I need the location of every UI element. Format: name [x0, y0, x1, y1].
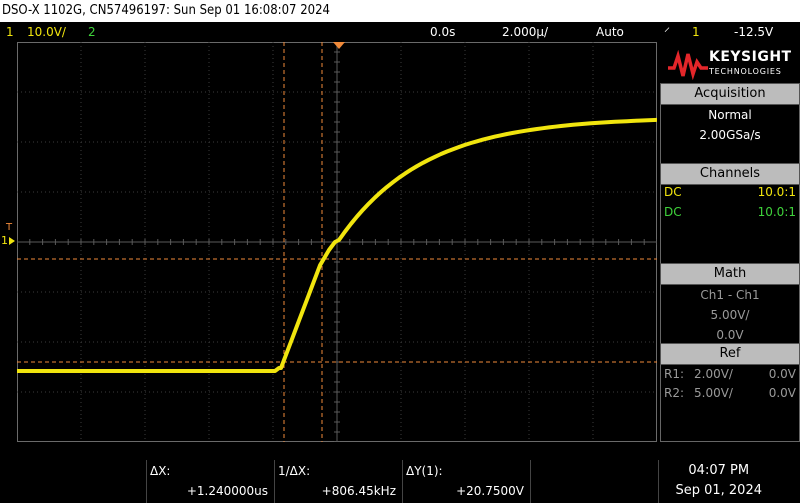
ref-header[interactable]: Ref [660, 343, 800, 365]
channels-body[interactable]: DC 10.0:1 DC 10.0:1 [660, 185, 800, 264]
divider [658, 460, 659, 503]
channel-1-probe: 10.0:1 [757, 185, 796, 199]
channel-1-scale[interactable]: 10.0V/ [27, 22, 66, 42]
acquisition-header[interactable]: Acquisition [660, 83, 800, 105]
ground-level-marker: 1 [1, 234, 8, 247]
channel-1-row: DC 10.0:1 [664, 183, 796, 201]
channel-2-row: DC 10.0:1 [664, 203, 796, 221]
ref-r1-scale: 2.00V/ [694, 367, 733, 381]
ref-r1-name: R1: [664, 367, 685, 381]
keysight-logo: KEYSIGHT TECHNOLOGIES [660, 42, 800, 84]
waveform-display[interactable] [17, 42, 657, 442]
trigger-channel[interactable]: 1 [692, 22, 700, 42]
math-scale: 5.00V/ [710, 308, 750, 322]
side-panel: KEYSIGHT TECHNOLOGIES Acquisition Normal… [660, 42, 800, 442]
measurement-bar: ΔX: +1.240000us 1/ΔX: +806.45kHz ΔY(1): … [0, 460, 800, 503]
status-bar: 1 10.0V/ 2 0.0s 2.000µ/ Auto ⸍ 1 -12.5V [0, 22, 800, 42]
math-header[interactable]: Math [660, 263, 800, 285]
delta-x-label: ΔX: [150, 464, 171, 478]
channel-1-coupling: DC [664, 185, 682, 199]
trigger-level[interactable]: -12.5V [734, 22, 773, 42]
channel-1-indicator[interactable]: 1 [6, 22, 14, 42]
channels-header[interactable]: Channels [660, 163, 800, 185]
time-scale[interactable]: 2.000µ/ [502, 22, 548, 42]
divider [274, 460, 275, 503]
inverse-delta-x-value: +806.45kHz [321, 484, 396, 498]
divider [530, 460, 531, 503]
math-function: Ch1 - Ch1 [700, 288, 760, 302]
logo-brand: KEYSIGHT [709, 49, 792, 65]
logo-sub: TECHNOLOGIES [709, 67, 782, 76]
trigger-edge-icon: ⸍ [664, 25, 671, 39]
trigger-position-marker [333, 42, 345, 49]
ref-r1-offset: 0.0V [768, 367, 796, 381]
math-body[interactable]: Ch1 - Ch1 5.00V/ 0.0V [660, 285, 800, 344]
ref-r2-row: R2: 5.00V/ 0.0V [664, 384, 796, 402]
channel-2-coupling: DC [664, 205, 682, 219]
title-bar: DSO-X 1102G, CN57496197: Sun Sep 01 16:0… [0, 0, 800, 22]
acquisition-mode: Normal [708, 108, 752, 122]
title-text: DSO-X 1102G, CN57496197: Sun Sep 01 16:0… [2, 3, 330, 18]
delta-y-label: ΔY(1): [406, 464, 443, 478]
clock-time: 04:07 PM [688, 463, 750, 478]
trigger-level-marker: T [6, 222, 13, 233]
inverse-delta-x-label: 1/ΔX: [278, 464, 311, 478]
ref-r2-offset: 0.0V [768, 386, 796, 400]
divider [402, 460, 403, 503]
channel-2-probe: 10.0:1 [757, 205, 796, 219]
math-offset: 0.0V [716, 328, 744, 342]
trigger-mode[interactable]: Auto [596, 22, 624, 42]
acquisition-body[interactable]: Normal 2.00GSa/s [660, 105, 800, 164]
divider [146, 460, 147, 503]
ref-r1-row: R1: 2.00V/ 0.0V [664, 365, 796, 383]
ref-body[interactable]: R1: 2.00V/ 0.0V R2: 5.00V/ 0.0V [660, 365, 800, 442]
clock-date: Sep 01, 2024 [675, 483, 762, 498]
ground-arrow-icon [9, 237, 15, 245]
channel-2-indicator[interactable]: 2 [88, 22, 96, 42]
keysight-wave-icon [668, 50, 708, 80]
graticule-svg [17, 42, 657, 442]
acquisition-rate: 2.00GSa/s [699, 128, 761, 142]
clock: 04:07 PM Sep 01, 2024 [675, 460, 762, 501]
delta-y-value: +20.7500V [456, 484, 524, 498]
time-offset[interactable]: 0.0s [430, 22, 455, 42]
ref-r2-scale: 5.00V/ [694, 386, 733, 400]
ref-r2-name: R2: [664, 386, 685, 400]
delta-x-value: +1.240000us [186, 484, 268, 498]
